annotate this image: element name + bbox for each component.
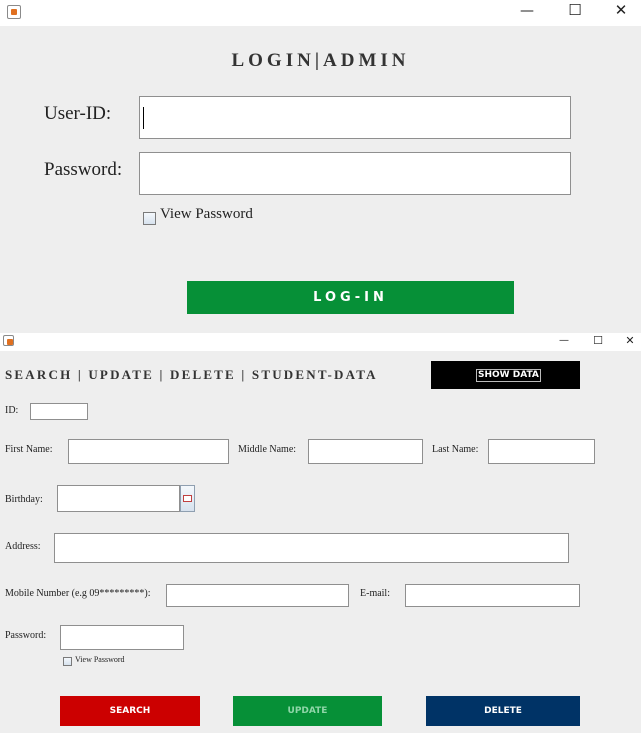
delete-button[interactable]: DELETE xyxy=(426,696,580,726)
student-password-input[interactable] xyxy=(60,625,184,650)
maximize-button[interactable]: ☐ xyxy=(590,335,606,346)
student-view-password-checkbox[interactable] xyxy=(63,657,72,666)
student-title: SEARCH | UPDATE | DELETE | STUDENT-DATA xyxy=(5,367,378,382)
user-id-label: User-ID: xyxy=(44,103,112,124)
user-id-input[interactable] xyxy=(139,96,571,139)
address-input[interactable] xyxy=(54,533,569,563)
java-icon xyxy=(3,335,14,346)
show-data-button[interactable]: SHOW DATA xyxy=(431,361,580,389)
calendar-icon xyxy=(183,495,192,502)
login-title: LOGIN|ADMIN xyxy=(231,50,410,71)
show-data-label: SHOW DATA xyxy=(476,369,541,382)
close-button[interactable]: ✕ xyxy=(622,335,638,346)
birthday-input[interactable] xyxy=(57,485,180,512)
update-button[interactable]: UPDATE xyxy=(233,696,382,726)
password-label: Password: xyxy=(44,159,123,180)
minimize-button[interactable]: — xyxy=(556,336,572,346)
first-name-label: First Name: xyxy=(5,444,53,455)
student-title-bar xyxy=(0,333,641,351)
last-name-input[interactable] xyxy=(488,439,595,464)
address-label: Address: xyxy=(5,541,41,552)
login-title-bar xyxy=(0,0,641,26)
login-button[interactable]: LOG-IN xyxy=(187,281,514,314)
student-password-label: Password: xyxy=(5,630,47,641)
java-icon xyxy=(7,5,21,19)
last-name-label: Last Name: xyxy=(432,444,479,455)
student-view-password-label: View Password xyxy=(75,655,125,664)
middle-name-label: Middle Name: xyxy=(238,444,297,455)
search-button[interactable]: SEARCH xyxy=(60,696,200,726)
maximize-button[interactable]: ☐ xyxy=(560,3,590,18)
view-password-label: View Password xyxy=(160,206,253,222)
mobile-input[interactable] xyxy=(166,584,349,607)
id-input[interactable] xyxy=(30,403,88,420)
password-input[interactable] xyxy=(139,152,571,195)
close-button[interactable]: ✕ xyxy=(606,3,636,18)
email-label: E-mail: xyxy=(360,588,390,599)
email-input[interactable] xyxy=(405,584,580,607)
minimize-button[interactable]: — xyxy=(512,4,542,18)
view-password-checkbox[interactable] xyxy=(143,212,156,225)
date-picker-button[interactable] xyxy=(180,485,195,512)
text-caret xyxy=(143,107,144,129)
mobile-label: Mobile Number (e.g 09*********): xyxy=(5,588,151,599)
first-name-input[interactable] xyxy=(68,439,229,464)
middle-name-input[interactable] xyxy=(308,439,423,464)
birthday-label: Birthday: xyxy=(5,494,43,505)
id-label: ID: xyxy=(5,405,19,416)
